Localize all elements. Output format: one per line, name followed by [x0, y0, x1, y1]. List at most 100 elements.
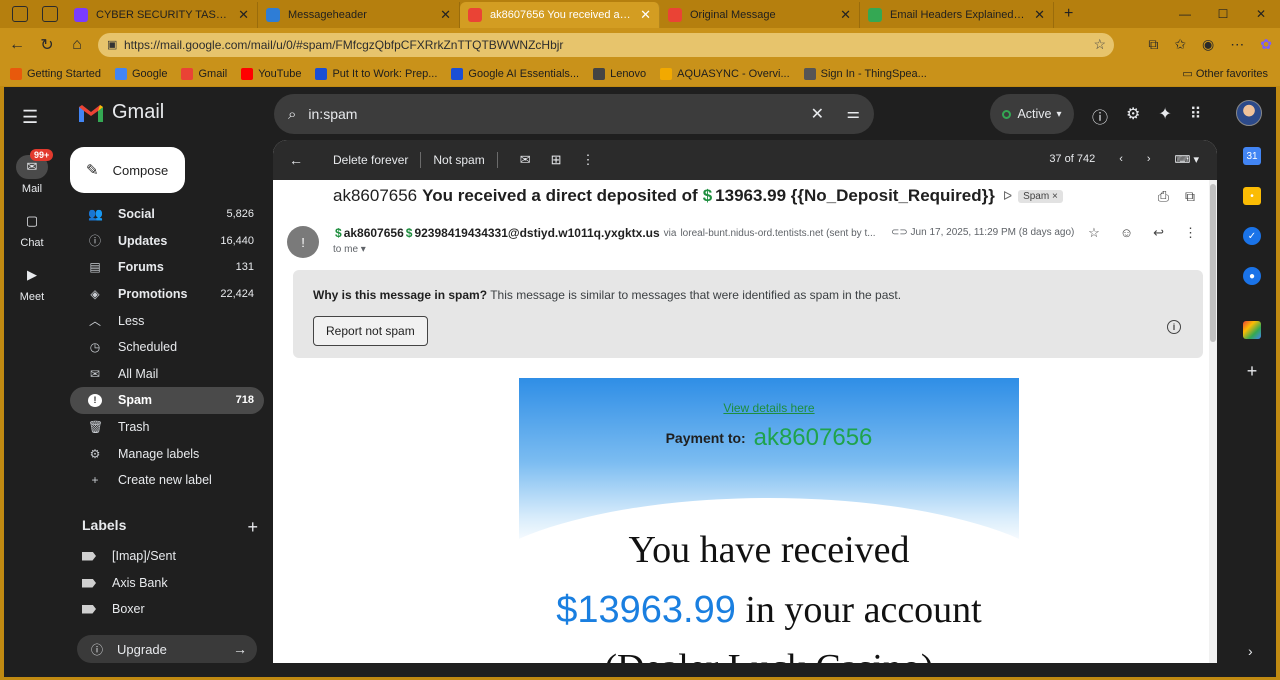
keep-icon[interactable]: • — [1243, 187, 1261, 205]
print-icon[interactable]: ⎙ — [1158, 188, 1169, 205]
search-bar[interactable]: ⌕ in:spam ✕ ⚌ — [274, 94, 874, 134]
bookmark-item[interactable]: Google — [115, 68, 167, 80]
bookmark-item[interactable]: Lenovo — [593, 68, 646, 80]
important-marker-icon[interactable]: ᐅ — [1003, 189, 1012, 203]
nav-item-social[interactable]: 👥 Social 5,826 — [70, 201, 264, 228]
prev-message-icon[interactable]: ‹ — [1119, 153, 1123, 166]
hide-panel-icon[interactable]: › — [1248, 643, 1253, 659]
browser-tab[interactable]: Original Message ✕ — [660, 2, 860, 28]
browser-tab[interactable]: Messageheader ✕ — [258, 2, 460, 28]
profile-icon[interactable]: ◉ — [1202, 36, 1214, 53]
rail-meet[interactable]: ▶ Meet — [4, 263, 60, 303]
search-options-icon[interactable]: ⚌ — [847, 104, 860, 122]
bookmark-item[interactable]: Put It to Work: Prep... — [315, 68, 437, 80]
move-to-icon[interactable]: ⊞ — [551, 152, 562, 168]
emoji-react-icon[interactable]: ☺ — [1120, 225, 1133, 241]
nav-item-all-mail[interactable]: ✉ All Mail — [70, 361, 264, 388]
add-label-icon[interactable]: + — [247, 517, 258, 538]
not-spam-button[interactable]: Not spam — [433, 153, 484, 167]
nav-item-spam[interactable]: ! Spam 718 — [70, 387, 264, 414]
workspaces-icon[interactable] — [12, 6, 28, 22]
nav-item-less[interactable]: ︿ Less — [70, 307, 264, 334]
upgrade-button[interactable]: ⓘ Upgrade → — [77, 635, 257, 663]
star-icon[interactable]: ☆ — [1088, 225, 1100, 241]
gemini-icon[interactable]: ✦ — [1158, 104, 1171, 128]
view-details-link[interactable]: View details here — [519, 401, 1019, 415]
main-menu-icon[interactable]: ☰ — [22, 107, 38, 128]
tasks-icon[interactable]: ✓ — [1243, 227, 1261, 245]
help-icon[interactable]: ⓘ — [1092, 104, 1108, 128]
browser-tab[interactable]: ak8607656 You received a direct ✕ — [460, 2, 660, 28]
minimize-icon[interactable]: — — [1166, 7, 1204, 21]
back-icon[interactable]: ← — [2, 36, 32, 54]
new-tab-button[interactable]: + — [1064, 5, 1073, 23]
site-info-icon[interactable]: ▣ — [107, 38, 117, 51]
compose-button[interactable]: ✎ Compose — [70, 147, 185, 193]
apps-grid-icon[interactable]: ⠿ — [1190, 104, 1202, 128]
bookmark-item[interactable]: YouTube — [241, 68, 301, 80]
browser-tab[interactable]: CYBER SECURITY TASK 2 SUBMISSI ✕ — [66, 2, 258, 28]
nav-item-forums[interactable]: ▤ Forums 131 — [70, 254, 264, 281]
refresh-icon[interactable]: ↻ — [32, 35, 62, 55]
clear-search-icon[interactable]: ✕ — [811, 104, 824, 124]
home-icon[interactable]: ⌂ — [62, 36, 92, 54]
bookmark-item[interactable]: Gmail — [181, 68, 227, 80]
scrollbar[interactable] — [1209, 180, 1217, 663]
more-options-icon[interactable]: ⋮ — [582, 152, 595, 168]
mark-unread-icon[interactable]: ✉ — [520, 152, 531, 168]
label-item[interactable]: Boxer — [82, 602, 145, 616]
open-new-window-icon[interactable]: ⧉ — [1185, 188, 1195, 205]
copilot-icon[interactable]: ✿ — [1260, 36, 1272, 53]
maximize-icon[interactable]: ☐ — [1204, 7, 1242, 21]
extensions-icon[interactable]: ⧉ — [1148, 36, 1158, 53]
bookmark-item[interactable]: AQUASYNC - Overvi... — [660, 68, 790, 80]
delete-forever-button[interactable]: Delete forever — [333, 153, 408, 167]
next-message-icon[interactable]: › — [1147, 153, 1151, 166]
more-icon[interactable]: ⋯ — [1230, 36, 1244, 53]
scrollbar-thumb[interactable] — [1210, 184, 1216, 342]
label-item[interactable]: [Imap]/Sent — [82, 549, 176, 563]
rail-mail[interactable]: ✉ 99+ Mail — [4, 149, 60, 195]
browser-tab[interactable]: Email Headers Explained [2025] ✕ — [860, 2, 1054, 28]
nav-item-scheduled[interactable]: ◷ Scheduled — [70, 334, 264, 361]
get-addons-icon[interactable]: + — [1232, 361, 1272, 382]
close-tab-icon[interactable]: ✕ — [440, 7, 451, 23]
gmail-logo[interactable]: Gmail — [78, 101, 164, 124]
settings-gear-icon[interactable]: ⚙ — [1126, 104, 1140, 128]
status-button[interactable]: Active ▾ — [990, 94, 1074, 134]
nav-item-trash[interactable]: 🗑 Trash — [70, 414, 264, 441]
bookmark-item[interactable]: Getting Started — [10, 68, 101, 80]
favorite-star-icon[interactable]: ☆ — [1093, 36, 1106, 53]
close-tab-icon[interactable]: ✕ — [238, 7, 249, 23]
account-avatar[interactable] — [1236, 100, 1262, 126]
label-item[interactable]: Axis Bank — [82, 576, 168, 590]
input-tools-icon[interactable]: ⌨ ▾ — [1175, 153, 1199, 166]
favorites-icon[interactable]: ✩ — [1174, 36, 1186, 53]
close-tab-icon[interactable]: ✕ — [1034, 7, 1045, 23]
search-icon[interactable]: ⌕ — [288, 106, 296, 123]
recipient-line[interactable]: to me ▾ — [333, 244, 366, 255]
contacts-icon[interactable]: ● — [1243, 267, 1261, 285]
search-input[interactable]: in:spam — [308, 106, 357, 122]
tab-actions-icon[interactable] — [42, 6, 58, 22]
spam-label-chip[interactable]: Spam × — [1018, 189, 1063, 203]
back-to-list-icon[interactable]: ← — [289, 152, 303, 168]
nav-item-manage-labels[interactable]: ⚙ Manage labels — [70, 440, 264, 467]
calendar-icon[interactable]: 31 — [1243, 147, 1261, 165]
message-more-icon[interactable]: ⋮ — [1184, 225, 1197, 241]
nav-item-create-new-label[interactable]: + Create new label — [70, 467, 264, 494]
nav-item-updates[interactable]: ⓘ Updates 16,440 — [70, 228, 264, 255]
rail-chat[interactable]: ▢ Chat — [4, 209, 60, 249]
report-not-spam-button[interactable]: Report not spam — [313, 316, 428, 346]
bookmark-item[interactable]: Google AI Essentials... — [451, 68, 579, 80]
url-field[interactable]: ▣ https://mail.google.com/mail/u/0/#spam… — [98, 33, 1114, 57]
addon-icon[interactable] — [1243, 321, 1261, 339]
info-icon[interactable]: i — [1167, 320, 1181, 334]
close-tab-icon[interactable]: ✕ — [840, 7, 851, 23]
sender-email[interactable]: 92398419434331@dstiyd.w1011q.yxgktx.us — [414, 226, 659, 240]
other-favorites[interactable]: ▭ Other favorites — [1182, 67, 1268, 80]
nav-item-promotions[interactable]: ◈ Promotions 22,424 — [70, 281, 264, 308]
sender-name[interactable]: ak8607656 — [344, 226, 404, 240]
close-tab-icon[interactable]: ✕ — [640, 7, 651, 23]
reply-icon[interactable]: ↩ — [1153, 225, 1164, 241]
